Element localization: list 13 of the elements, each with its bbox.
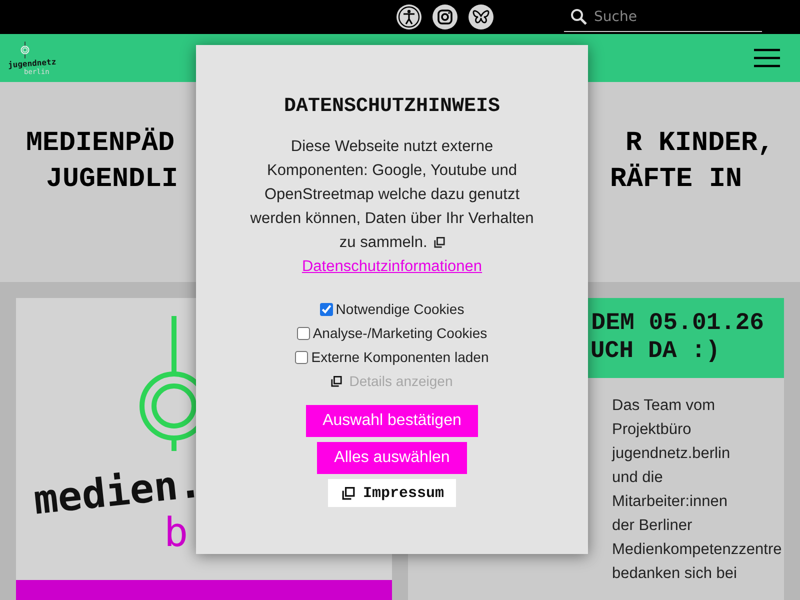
checkbox-label: Analyse-/Marketing Cookies bbox=[312, 324, 488, 343]
card-text: Das Team vom Projektbüro jugendnetz.berlin und die Mitarbeiter:innen der Berliner Medienkompetenzzentre bedanken sich bei bbox=[612, 396, 782, 584]
page-heading: MEDIENPÄD bbox=[26, 126, 175, 161]
card-title: DEM 05.01.26 bbox=[591, 310, 764, 338]
card-title: UCH DA :) bbox=[590, 338, 720, 366]
checkbox-label: Externe Komponenten laden bbox=[311, 348, 489, 367]
logo-text: b bbox=[164, 510, 188, 556]
dialog-text: Diese Webseite nutzt externe Komponenten: Google, Youtube und OpenStreetmap welche dazu genutzt werden können, Daten über Ihr Verhalten zu sammeln. bbox=[250, 137, 534, 253]
dialog-title: DATENSCHUTZHINWEIS bbox=[284, 94, 500, 120]
checkbox-label: Notwendige Cookies bbox=[336, 300, 464, 319]
page-heading: RÄFTE IN bbox=[610, 162, 742, 197]
page-heading: R KINDER, bbox=[625, 127, 774, 161]
page-heading: JUGENDLI bbox=[46, 163, 178, 197]
